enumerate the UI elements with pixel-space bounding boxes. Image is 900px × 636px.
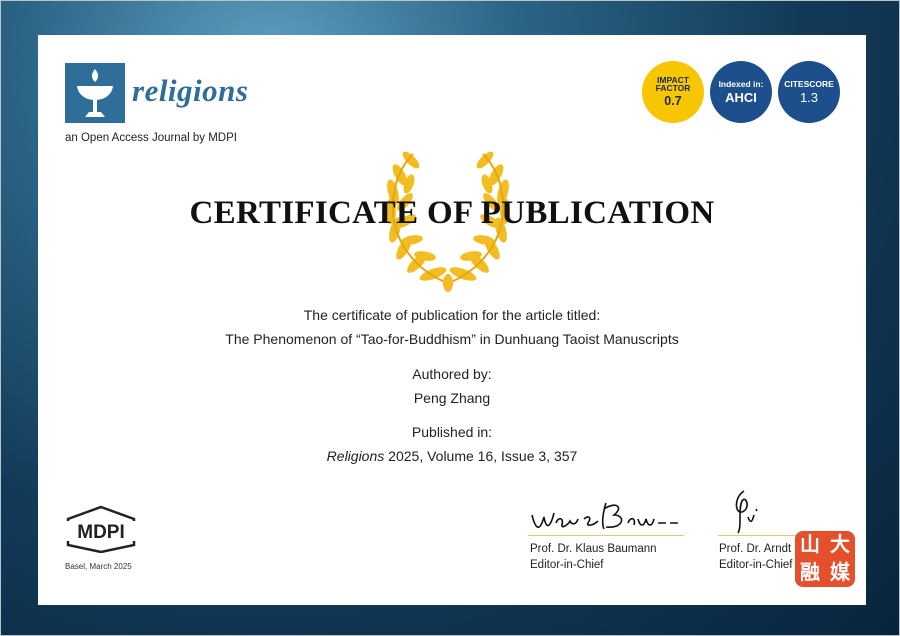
indexed-badge: Indexed in: AHCI xyxy=(710,61,772,123)
citescore-label: CITESCORE xyxy=(784,78,834,89)
article-title: The Phenomenon of “Tao-for-Buddhism” in … xyxy=(225,331,679,347)
signature-arndt xyxy=(735,490,758,534)
indexed-label: Indexed in: xyxy=(718,78,764,89)
watermark-logo: 山 大 融 媒 xyxy=(795,531,855,587)
signature-line-1 xyxy=(528,535,684,536)
signatory-1-name: Prof. Dr. Klaus Baumann xyxy=(530,543,657,555)
intro-text: The certificate of publication for the a… xyxy=(303,307,601,323)
signatory-2-name: Prof. Dr. Arndt xyxy=(719,543,792,555)
journal-subtitle: an Open Access Journal by MDPI xyxy=(65,132,237,144)
authored-label: Authored by: xyxy=(412,366,492,382)
signature-baumann xyxy=(531,502,678,530)
indexed-value: AHCI xyxy=(725,89,757,105)
watermark-char-3: 融 xyxy=(800,562,820,584)
mdpi-logo: MDPI xyxy=(64,505,138,553)
chalice-flame-icon xyxy=(65,63,125,123)
impact-factor-badge: IMPACT FACTOR 0.7 xyxy=(642,61,704,123)
journal-italic: Religions xyxy=(326,448,385,464)
signatory-1-role: Editor-in-Chief xyxy=(530,559,604,571)
watermark-char-1: 山 xyxy=(800,534,820,556)
certificate-title: CERTIFICATE OF PUBLICATION xyxy=(189,195,715,231)
volume-issue: , Volume 16, Issue 3, 357 xyxy=(419,448,578,464)
published-label: Published in: xyxy=(411,424,493,440)
publication-year: 2025 xyxy=(388,448,420,464)
journal-name: religions xyxy=(132,73,249,108)
watermark-char-4: 媒 xyxy=(830,562,850,584)
impact-label-2: FACTOR xyxy=(655,83,691,94)
certificate-sheet: religions an Open Access Journal by MDPI… xyxy=(38,35,866,605)
mdpi-logo-text: MDPI xyxy=(77,522,125,543)
publication-details: Religions 2025, Volume 16, Issue 3, 357 xyxy=(38,448,866,464)
signatory-2-role: Editor-in-Chief xyxy=(719,559,793,571)
citescore-value: 1.3 xyxy=(799,89,819,105)
citescore-badge: CITESCORE 1.3 xyxy=(778,61,840,123)
impact-value: 0.7 xyxy=(664,94,682,109)
place-date: Basel, March 2025 xyxy=(65,562,132,571)
watermark-char-2: 大 xyxy=(830,534,850,556)
author-name: Peng Zhang xyxy=(413,390,491,406)
